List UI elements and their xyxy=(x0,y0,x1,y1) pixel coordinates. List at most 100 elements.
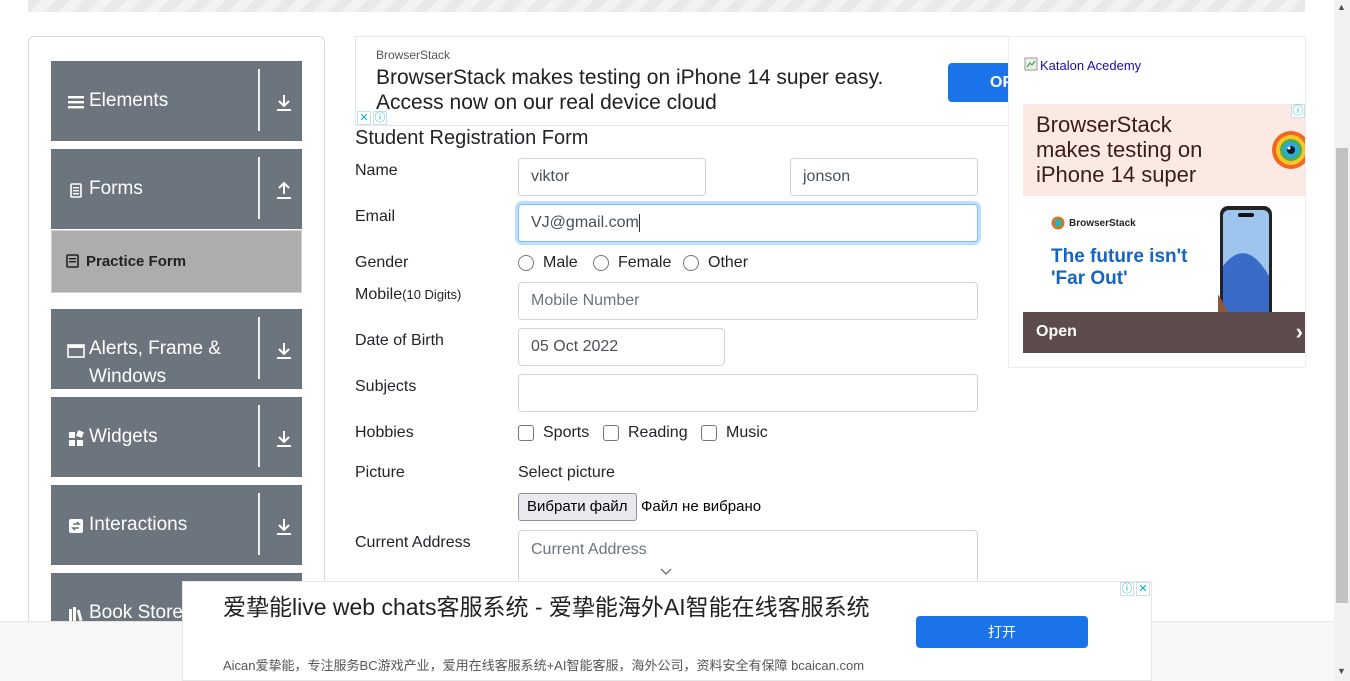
gender-label: Gender xyxy=(355,254,409,271)
checkbox[interactable] xyxy=(603,425,619,441)
checkbox[interactable] xyxy=(518,425,534,441)
info-icon[interactable]: ⓘ xyxy=(1291,104,1305,118)
radio-button[interactable] xyxy=(593,255,609,271)
upload-icon[interactable] xyxy=(275,181,293,201)
ad-headline[interactable]: BrowserStack makes testing on iPhone 14 … xyxy=(376,65,936,115)
gender-female-radio[interactable]: Female xyxy=(593,254,671,272)
ad-open-button[interactable]: 打开 xyxy=(916,616,1088,648)
logo-text: BrowserStack xyxy=(1069,217,1136,229)
page-title: Student Registration Form xyxy=(355,127,589,149)
top-banner-ad[interactable]: BrowserStack BrowserStack makes testing … xyxy=(355,36,1010,126)
sidebar: Elements Forms Practice Form Alerts, Fra… xyxy=(28,36,325,636)
ad-brand: BrowserStack xyxy=(376,48,451,62)
sidebar-group-widgets[interactable]: Widgets xyxy=(51,397,302,477)
broken-image-icon xyxy=(1024,57,1038,74)
bottom-banner-ad[interactable]: 爱挚能live web chats客服系统 - 爱挚能海外AI智能在线客服系统 … xyxy=(182,581,1152,681)
sidebar-group-interactions[interactable]: Interactions xyxy=(51,485,302,565)
sidebar-group-label: Elements xyxy=(89,90,169,111)
sidebar-item-practice-form[interactable]: Practice Form xyxy=(51,230,302,293)
hobby-label: Music xyxy=(726,424,768,441)
mobile-label-text: Mobile xyxy=(355,286,403,303)
last-name-input[interactable]: jonson xyxy=(790,158,978,196)
gender-male-radio[interactable]: Male xyxy=(518,254,578,272)
browserstack-logo: BrowserStack xyxy=(1051,216,1136,230)
hobby-music-checkbox[interactable]: Music xyxy=(701,424,768,442)
file-status: Файл не вибрано xyxy=(641,498,762,515)
chevron-down-icon xyxy=(659,566,673,580)
hobby-reading-checkbox[interactable]: Reading xyxy=(603,424,688,442)
choose-file-button[interactable]: Вибрати файл xyxy=(518,493,637,521)
email-label: Email xyxy=(355,208,396,225)
email-value: VJ@gmail.com xyxy=(531,214,639,231)
address-label: Current Address xyxy=(355,534,471,551)
subjects-label: Subjects xyxy=(355,378,417,395)
right-side-ad[interactable]: Katalon Acedemy BrowserStack makes testi… xyxy=(1008,36,1306,368)
sidebar-group-forms[interactable]: Forms xyxy=(51,149,302,229)
subjects-input[interactable] xyxy=(518,374,978,412)
close-icon[interactable]: ✕ xyxy=(1136,582,1150,596)
sidebar-group-elements[interactable]: Elements xyxy=(51,61,302,141)
ad-choices[interactable]: ⓘ ✕ xyxy=(1120,582,1150,596)
top-banner-strip xyxy=(28,0,1305,12)
ad-choices[interactable]: ✕ ⓘ xyxy=(357,111,387,125)
email-field[interactable]: VJ@gmail.com xyxy=(518,204,978,242)
divider xyxy=(258,157,260,219)
select-picture-label: Select picture xyxy=(518,464,615,481)
sidebar-group-alerts[interactable]: Alerts, Frame & Windows xyxy=(51,309,302,389)
download-icon[interactable] xyxy=(275,517,293,537)
hobby-label: Sports xyxy=(543,424,590,441)
info-icon[interactable]: ⓘ xyxy=(1120,582,1134,596)
date-of-birth-input[interactable]: 05 Oct 2022 xyxy=(518,328,725,366)
widgets-icon xyxy=(67,429,85,447)
ad-header: BrowserStack makes testing on iPhone 14 … xyxy=(1023,104,1305,196)
menu-icon xyxy=(67,93,85,111)
gender-option-label: Female xyxy=(618,254,672,271)
hobby-label: Reading xyxy=(628,424,688,441)
scroll-up-arrow-icon[interactable]: ▲ xyxy=(1337,2,1346,12)
ad-open-button[interactable]: Open xyxy=(1036,323,1077,341)
interactions-icon xyxy=(67,517,85,535)
download-icon[interactable] xyxy=(275,341,293,361)
ad-headline: BrowserStack makes testing on iPhone 14 … xyxy=(1036,112,1203,187)
katalon-link-text: Katalon Acedemy xyxy=(1040,58,1142,73)
chevron-right-icon[interactable]: › xyxy=(1296,319,1303,345)
name-label: Name xyxy=(355,162,398,179)
divider xyxy=(258,493,260,555)
ad-headline[interactable]: 爱挚能live web chats客服系统 - 爱挚能海外AI智能在线客服系统 xyxy=(223,592,903,623)
browserstack-ad[interactable]: BrowserStack makes testing on iPhone 14 … xyxy=(1023,104,1305,353)
radio-button[interactable] xyxy=(683,255,699,271)
divider xyxy=(258,317,260,379)
form-doc-icon xyxy=(66,254,79,271)
gender-other-radio[interactable]: Other xyxy=(683,254,748,272)
katalon-ad-link[interactable]: Katalon Acedemy xyxy=(1024,57,1141,74)
close-icon[interactable]: ✕ xyxy=(357,111,371,125)
sidebar-item-label: Practice Form xyxy=(86,253,187,270)
scrollbar-thumb[interactable] xyxy=(1336,148,1348,603)
mobile-label: Mobile(10 Digits) xyxy=(355,286,461,304)
gender-option-label: Other xyxy=(708,254,749,271)
scroll-down-arrow-icon[interactable]: ▼ xyxy=(1337,666,1346,676)
download-icon[interactable] xyxy=(275,93,293,113)
radio-button[interactable] xyxy=(518,255,534,271)
mobile-input[interactable]: Mobile Number xyxy=(518,282,978,320)
ad-footer[interactable]: Open › xyxy=(1023,312,1305,353)
ad-tagline: The future isn't 'Far Out' xyxy=(1051,246,1188,289)
sidebar-group-label: Forms xyxy=(89,178,143,199)
sidebar-group-label: Interactions xyxy=(89,514,188,535)
mobile-hint: (10 Digits) xyxy=(402,287,462,302)
hobby-sports-checkbox[interactable]: Sports xyxy=(518,424,589,442)
browserstack-logo-icon xyxy=(1271,130,1305,175)
ad-choices[interactable]: ⓘ ✕ xyxy=(1291,104,1305,118)
ad-description: Aican爱挚能，专注服务BC游戏产业，爱用在线客服系统+AI智能客服，海外公司… xyxy=(223,658,865,673)
ad-open-button[interactable]: OP xyxy=(948,63,1009,102)
dob-label: Date of Birth xyxy=(355,332,444,349)
divider xyxy=(258,405,260,467)
gender-option-label: Male xyxy=(543,254,578,271)
info-icon[interactable]: ⓘ xyxy=(373,111,387,125)
sidebar-group-label: Alerts, Frame & xyxy=(89,338,221,359)
checkbox[interactable] xyxy=(701,425,717,441)
first-name-input[interactable]: viktor xyxy=(518,158,706,196)
download-icon[interactable] xyxy=(275,429,293,449)
hobbies-label: Hobbies xyxy=(355,424,414,441)
form-doc-icon xyxy=(67,181,85,199)
